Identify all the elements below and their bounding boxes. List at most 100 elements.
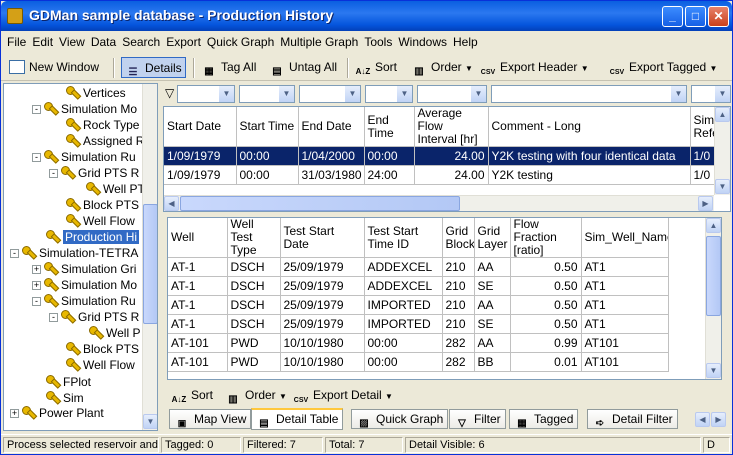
scroll-down-button[interactable]: ▼ [143, 414, 157, 429]
column-header[interactable]: Well [168, 218, 228, 258]
filter-dropdown[interactable] [417, 85, 487, 103]
detail-grid[interactable]: Well Well Test Type Test Start Date Test… [167, 217, 722, 380]
menu-view[interactable]: View [56, 32, 88, 49]
table-row[interactable]: AT-101 PWD 10/10/1980 00:00 282 BB 0.01 AT101 [168, 352, 669, 372]
tree-expander[interactable]: + [32, 281, 41, 290]
tree-expander[interactable]: + [32, 265, 41, 274]
table-row-selected[interactable]: 1/09/1979 00:00 1/04/2000 00:00 24.00 Y2… [164, 146, 725, 166]
filter-dropdown[interactable] [365, 85, 413, 103]
new-window-button[interactable]: New Window [9, 57, 99, 78]
header-hscrollbar[interactable]: ◀ ▶ [164, 195, 714, 211]
tab-detail-filter[interactable]: ➪ Detail Filter [587, 409, 678, 429]
tree-expander[interactable]: - [49, 313, 58, 322]
maximize-button[interactable]: □ [685, 6, 706, 27]
tree-item[interactable]: Well Flow [66, 213, 135, 229]
order-button[interactable]: ▥ Order ▼ [411, 57, 473, 78]
tree-item[interactable]: - Simulation Ru [32, 149, 136, 165]
sort-button[interactable]: A↓Z Sort [355, 57, 397, 78]
menu-data[interactable]: Data [88, 32, 119, 49]
detail-sort-button[interactable]: A↓Z Sort [171, 385, 213, 406]
table-row[interactable]: AT-1 DSCH 25/09/1979 ADDEXCEL 210 SE 0.50 AT1 [168, 276, 669, 296]
scrollbar-thumb[interactable] [143, 204, 157, 324]
scroll-right-button[interactable]: ▶ [698, 196, 713, 211]
tree-item[interactable]: Rock Type [66, 117, 139, 133]
tree-item[interactable]: FPlot [46, 374, 91, 390]
tree-expander[interactable]: - [32, 153, 41, 162]
tree-expander[interactable]: - [49, 169, 58, 178]
menu-quick-graph[interactable]: Quick Graph [204, 32, 277, 49]
scroll-up-button[interactable]: ▲ [706, 218, 721, 233]
detail-order-button[interactable]: ▥ Order ▼ [225, 385, 287, 406]
column-header[interactable]: Comment - Long [488, 107, 691, 147]
export-tagged-button[interactable]: CSV Export Tagged ▼ [609, 57, 718, 78]
filter-dropdown[interactable] [299, 85, 361, 103]
tree-expander[interactable]: - [10, 249, 19, 258]
filter-dropdown[interactable] [491, 85, 687, 103]
tab-scroll-right-button[interactable]: ▶ [711, 412, 726, 427]
scrollbar-thumb[interactable] [706, 236, 721, 316]
table-row[interactable]: AT-1 DSCH 25/09/1979 ADDEXCEL 210 AA 0.50 AT1 [168, 257, 669, 277]
scroll-down-button[interactable]: ▼ [706, 363, 721, 378]
tree-item[interactable]: + Simulation Mo [32, 277, 137, 293]
tab-scroll-left-button[interactable]: ◀ [695, 412, 710, 427]
tree-item[interactable]: - Grid PTS R [49, 309, 139, 325]
scroll-up-button[interactable]: ▲ [715, 107, 730, 122]
table-row[interactable]: 1/09/1979 00:00 31/03/1980 24:00 24.00 Y… [164, 165, 725, 185]
details-button[interactable]: ☰ Details [121, 57, 186, 78]
export-detail-button[interactable]: CSV Export Detail ▼ [293, 385, 393, 406]
column-header[interactable]: Start Time [236, 107, 299, 147]
tab-detail-table[interactable]: ▤ Detail Table [251, 408, 344, 430]
menu-edit[interactable]: Edit [29, 32, 56, 49]
column-header[interactable]: Grid Layer [474, 218, 511, 258]
tree-item[interactable]: Sim [46, 390, 84, 406]
tree-item[interactable]: Vertices [66, 85, 126, 101]
detail-vscrollbar[interactable]: ▲ ▼ [705, 218, 721, 379]
menu-windows[interactable]: Windows [395, 32, 450, 49]
tree-item[interactable]: Block PTS [66, 341, 139, 357]
tab-filter[interactable]: ▽ Filter [449, 409, 506, 429]
tree-expander[interactable]: - [32, 105, 41, 114]
table-row[interactable]: AT-1 DSCH 25/09/1979 IMPORTED 210 AA 0.50 AT1 [168, 295, 669, 315]
menu-file[interactable]: File [1, 32, 29, 49]
untag-all-button[interactable]: ▤ Untag All [269, 57, 337, 78]
tree-item[interactable]: Well PT [86, 181, 145, 197]
header-grid[interactable]: Start Date Start Time End Date End Time … [163, 106, 731, 212]
tree-item[interactable]: - Simulation Ru [32, 293, 136, 309]
menu-multiple-graph[interactable]: Multiple Graph [277, 32, 361, 49]
tree-item[interactable]: Well Flow [66, 357, 135, 373]
scrollbar-thumb[interactable] [180, 196, 460, 211]
tab-tagged[interactable]: ▦ Tagged [509, 409, 579, 429]
tab-quick-graph[interactable]: ▨ Quick Graph [351, 409, 449, 429]
column-header[interactable]: Grid Block [442, 218, 475, 258]
tree-item[interactable]: Block PTS [66, 197, 139, 213]
column-header[interactable]: Well Test Type [227, 218, 281, 258]
tree-item[interactable]: Well P [89, 325, 140, 341]
tree-item[interactable]: - Grid PTS R [49, 165, 139, 181]
column-header[interactable]: Start Date [164, 107, 237, 147]
menu-export[interactable]: Export [163, 32, 204, 49]
menu-tools[interactable]: Tools [361, 32, 395, 49]
title-bar[interactable]: GDMan sample database - Production Histo… [1, 1, 732, 31]
filter-dropdown[interactable] [177, 85, 235, 103]
column-header[interactable]: Average Flow Interval [hr] [414, 107, 489, 147]
close-button[interactable]: ✕ [708, 6, 729, 27]
header-vscrollbar[interactable]: ▲ ▼ [714, 107, 730, 195]
column-header[interactable]: Test Start Date [280, 218, 365, 258]
menu-help[interactable]: Help [450, 32, 481, 49]
tree-expander[interactable]: - [32, 297, 41, 306]
column-header[interactable]: End Date [298, 107, 365, 147]
tree-item[interactable]: + Power Plant [10, 405, 104, 421]
tree-expander[interactable]: + [10, 409, 19, 418]
table-row[interactable]: AT-101 PWD 10/10/1980 00:00 282 AA 0.99 AT101 [168, 333, 669, 353]
menu-search[interactable]: Search [119, 32, 163, 49]
column-header[interactable]: Sim_Well_Name [581, 218, 669, 258]
column-header[interactable]: Test Start Time ID [364, 218, 443, 258]
filter-dropdown[interactable] [239, 85, 295, 103]
column-header[interactable]: Flow Fraction [ratio] [510, 218, 582, 258]
table-row[interactable]: AT-1 DSCH 25/09/1979 IMPORTED 210 SE 0.50 AT1 [168, 314, 669, 334]
database-tree[interactable]: Vertices - Simulation Mo Rock Type Assign… [3, 83, 158, 431]
column-header[interactable]: End Time [364, 107, 415, 147]
tab-map-view[interactable]: ▣ Map View [169, 409, 252, 429]
tree-scrollbar[interactable]: ▼ [142, 84, 157, 430]
tag-all-button[interactable]: ▦ Tag All [201, 57, 256, 78]
